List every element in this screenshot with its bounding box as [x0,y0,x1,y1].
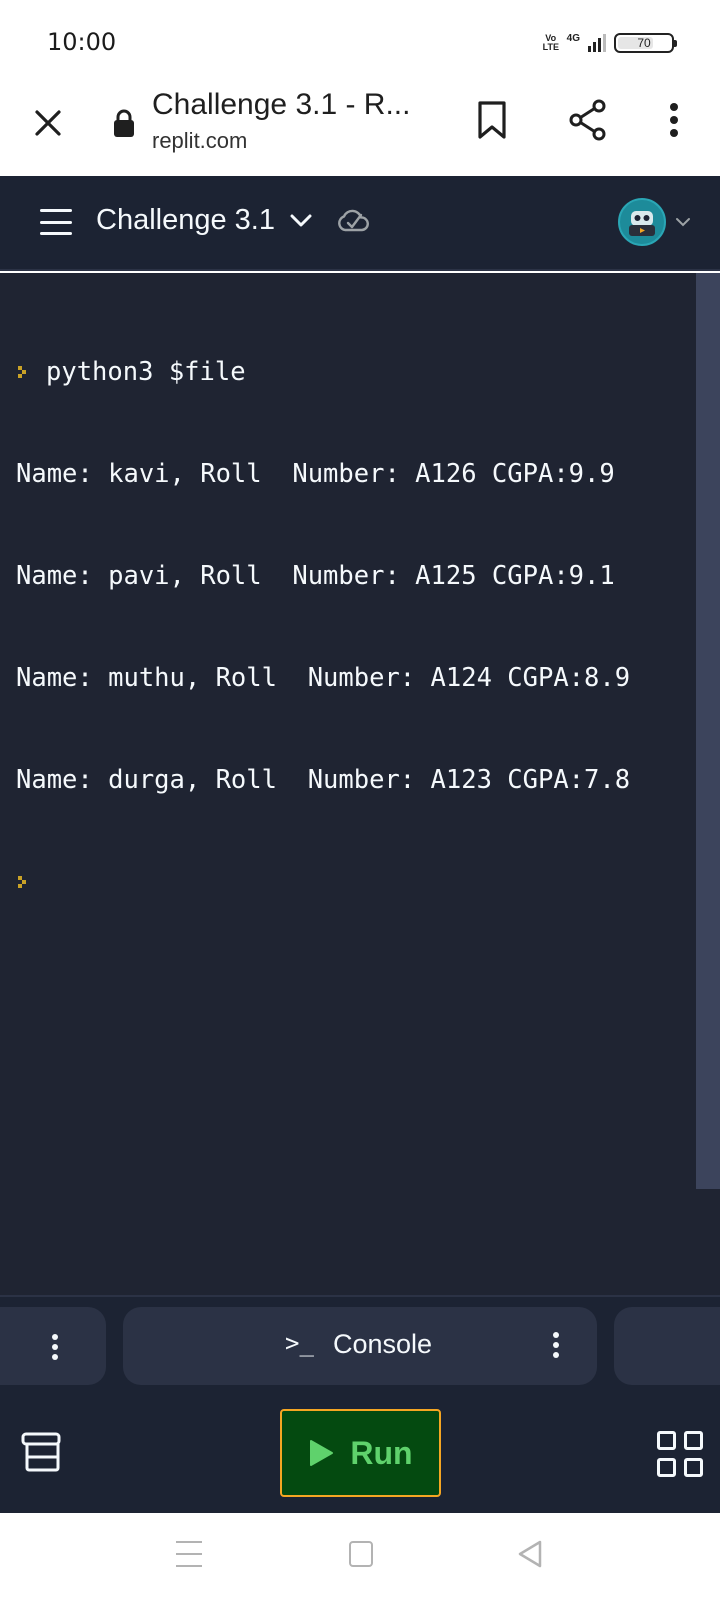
grid-icon[interactable] [657,1431,703,1477]
share-icon [569,99,606,141]
pane-tabs: >_ Console [0,1295,720,1395]
app-header: Challenge 3.1 [0,176,720,271]
console-lines: python3 $file Name: kavi, Roll Number: A… [16,287,630,967]
tab-console[interactable]: >_ Console [123,1307,597,1385]
close-button[interactable] [28,103,68,143]
tab-options-button[interactable] [541,1327,571,1363]
bookmark-icon [478,101,506,139]
more-vert-icon [52,1334,58,1360]
home-icon[interactable] [349,1541,373,1567]
system-nav-bar [0,1513,720,1600]
prompt-icon [18,876,26,888]
tab-next[interactable] [614,1307,720,1385]
project-menu-button[interactable] [290,206,314,236]
network-type: 4G [566,32,580,44]
tab-options-button[interactable] [40,1329,70,1365]
chevron-down-icon[interactable] [674,210,692,234]
console-output[interactable]: python3 $file Name: kavi, Roll Number: A… [0,273,720,1295]
terminal-icon: >_ [285,1329,314,1357]
project-name[interactable]: Challenge 3.1 [96,204,275,237]
status-bar: 10:00 Vo LTE 4G 70 [0,0,720,86]
bottom-toolbar: Run [0,1395,720,1513]
battery-level: 70 [637,36,651,50]
lock-icon [114,109,134,137]
robot-avatar-icon [629,211,655,236]
run-label: Run [350,1434,413,1471]
battery-icon: 70 [614,33,677,53]
more-vert-icon [553,1332,559,1358]
close-icon [35,110,61,136]
menu-icon[interactable] [40,209,72,235]
command-line: python3 $file [16,355,630,389]
database-icon[interactable] [20,1431,62,1473]
cloud-check-icon[interactable] [337,206,369,236]
chevron-down-icon [290,214,312,227]
browser-toolbar: Challenge 3.1 - R... replit.com [0,86,720,176]
bookmark-button[interactable] [472,98,512,142]
more-vert-icon [670,103,678,137]
run-button[interactable]: Run [280,1409,441,1497]
volte-icon: Vo LTE [542,33,559,52]
output-line: Name: kavi, Roll Number: A126 CGPA:9.9 [16,459,615,489]
more-options-button[interactable] [656,98,692,142]
prompt-icon [18,366,26,378]
page-title[interactable]: Challenge 3.1 - R... [152,88,422,122]
tab-console-label: Console [333,1329,433,1359]
console-scrollbar[interactable] [696,273,720,1189]
back-icon[interactable] [516,1539,544,1569]
output-line: Name: durga, Roll Number: A123 CGPA:7.8 [16,765,631,795]
output-line: Name: pavi, Roll Number: A125 CGPA:9.1 [16,561,615,591]
play-icon [310,1440,334,1466]
command-text: python3 $file [46,357,246,387]
avatar[interactable] [618,198,666,246]
tab-previous[interactable] [0,1307,106,1385]
recents-icon[interactable] [176,1541,202,1567]
share-button[interactable] [566,98,610,142]
status-icons: Vo LTE 4G 70 [542,31,677,55]
prompt-line [16,865,630,899]
output-line: Name: muthu, Roll Number: A124 CGPA:8.9 [16,663,631,693]
signal-icon [588,34,606,52]
status-time: 10:00 [47,28,117,56]
page-url[interactable]: replit.com [152,128,247,154]
